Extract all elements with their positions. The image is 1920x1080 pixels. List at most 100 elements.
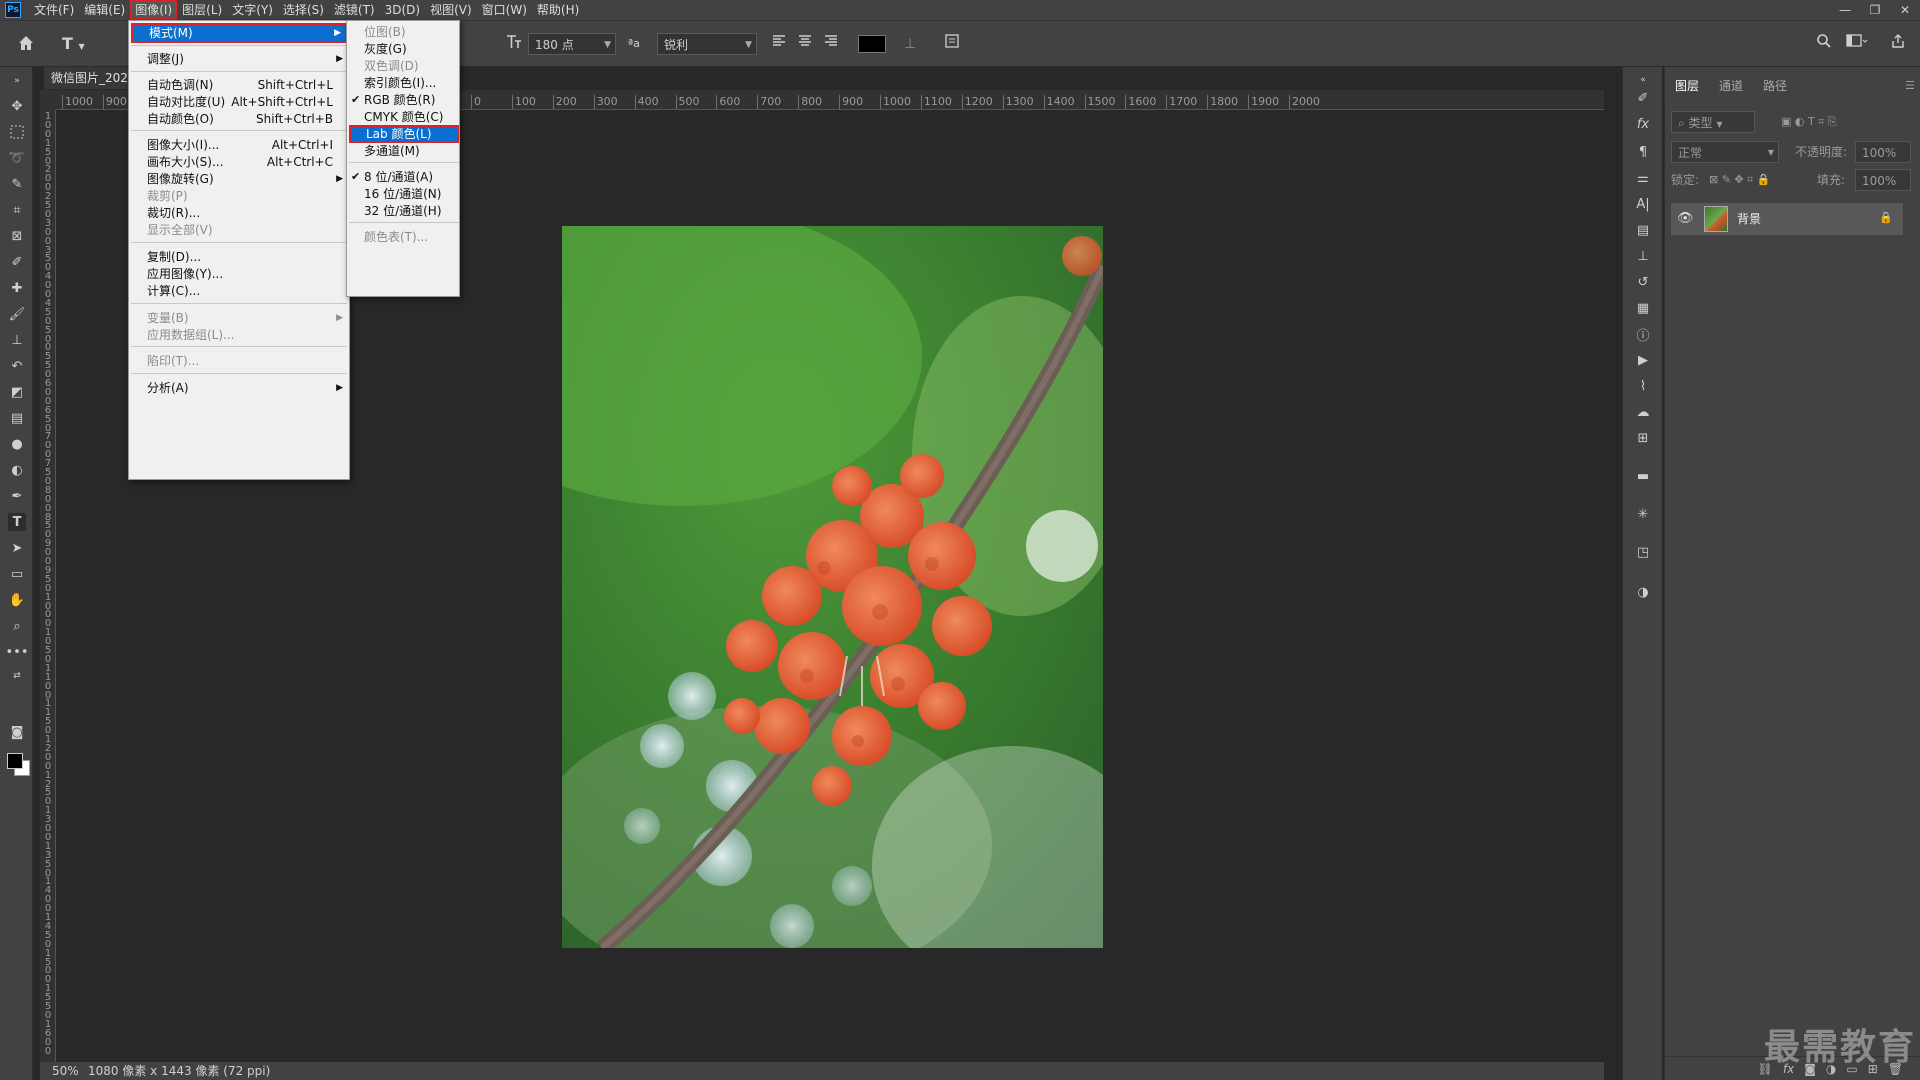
menu-3[interactable]: 图层(L)	[177, 0, 227, 20]
menu-6[interactable]: 滤镜(T)	[329, 0, 380, 20]
tab-layers[interactable]: 图层	[1665, 75, 1709, 97]
eye-icon[interactable]: 👁	[1677, 211, 1694, 226]
hand-tool-icon[interactable]: ✋	[8, 591, 26, 609]
quick-mask-icon[interactable]: ◙	[8, 723, 26, 741]
search-icon[interactable]	[1816, 33, 1834, 55]
image-menu-item-15[interactable]: 应用数据组(L)...	[129, 325, 349, 345]
light-icon[interactable]: ✳	[1634, 505, 1652, 523]
mode-menu-item-1[interactable]: 灰度(G)	[347, 40, 459, 58]
timeline-icon[interactable]: ⊞	[1634, 429, 1652, 447]
mode-menu-item-10[interactable]: 32 位/通道(H)	[347, 202, 459, 220]
text-color-swatch[interactable]	[858, 35, 886, 53]
history-brush-tool-icon[interactable]: ↶	[8, 357, 26, 375]
image-menu-item-4[interactable]: 自动颜色(O) Shift+Ctrl+B	[129, 109, 349, 129]
opacity-field[interactable]: 100%	[1855, 141, 1911, 163]
history-icon[interactable]: ↺	[1634, 273, 1652, 291]
font-size-field[interactable]: 180 点 ▼	[528, 33, 616, 55]
path-selection-tool-icon[interactable]: ➤	[8, 539, 26, 557]
collapse-strip-icon[interactable]: «	[1634, 71, 1652, 89]
foreground-color-swatch[interactable]	[7, 753, 23, 769]
character-icon[interactable]: A|	[1634, 195, 1652, 213]
image-menu-item-0[interactable]: 模式(M) ▶	[131, 23, 347, 43]
eraser-tool-icon[interactable]: ◩	[8, 383, 26, 401]
clone-source-icon[interactable]: ⊥	[1634, 247, 1652, 265]
align-left-icon[interactable]	[772, 33, 788, 55]
home-icon[interactable]	[16, 33, 40, 55]
align-right-icon[interactable]	[824, 33, 840, 55]
mode-menu-item-9[interactable]: 16 位/通道(N)	[347, 185, 459, 203]
fill-field[interactable]: 100%	[1855, 169, 1911, 191]
menu-0[interactable]: 文件(F)	[29, 0, 79, 20]
mode-menu-item-4[interactable]: ✔ RGB 颜色(R)	[347, 91, 459, 109]
gradient-tool-icon[interactable]: ▤	[8, 409, 26, 427]
swap-colors-icon[interactable]: ⇄	[8, 667, 26, 685]
share-icon[interactable]	[1890, 33, 1908, 55]
menu-4[interactable]: 文字(Y)	[227, 0, 278, 20]
crop-tool-icon[interactable]: ⌗	[8, 201, 26, 219]
mode-menu-item-6[interactable]: Lab 颜色(L)	[349, 125, 459, 143]
mode-menu-item-11[interactable]: 颜色表(T)...	[347, 228, 459, 246]
layer-row-background[interactable]: 👁 背景 🔒	[1671, 203, 1903, 235]
collapse-toolbar-icon[interactable]: »	[8, 72, 26, 90]
mode-menu-item-2[interactable]: 双色调(D)	[347, 57, 459, 75]
rectangle-tool-icon[interactable]: ▭	[8, 565, 26, 583]
menu-7[interactable]: 3D(D)	[380, 0, 425, 20]
menu-5[interactable]: 选择(S)	[278, 0, 329, 20]
mode-menu-item-0[interactable]: 位图(B)	[347, 23, 459, 41]
color-icon[interactable]: ◑	[1634, 583, 1652, 601]
zoom-level[interactable]: 50%	[52, 1062, 79, 1080]
mode-menu-item-8[interactable]: ✔ 8 位/通道(A)	[347, 168, 459, 186]
menu-9[interactable]: 窗口(W)	[477, 0, 532, 20]
warp-text-icon[interactable]: ⊥	[904, 33, 920, 55]
quick-selection-tool-icon[interactable]: ✎	[8, 175, 26, 193]
pen-tool-icon[interactable]: ✒	[8, 487, 26, 505]
character-panel-icon[interactable]	[944, 33, 962, 55]
adjustments-icon[interactable]: ⚌	[1634, 169, 1652, 187]
tab-channels[interactable]: 通道	[1709, 75, 1753, 97]
type-tool-icon[interactable]: T	[8, 513, 26, 531]
image-menu-item-17[interactable]: 分析(A) ▶	[129, 378, 349, 398]
brush-tool-icon[interactable]: 🖌	[8, 305, 26, 323]
document-info[interactable]: 1080 像素 x 1443 像素 (72 ppi)	[88, 1062, 270, 1080]
blend-mode-select[interactable]: 正常 ▼	[1671, 141, 1779, 163]
mode-menu-item-7[interactable]: 多通道(M)	[347, 142, 459, 160]
antialias-select[interactable]: 锐利 ▼	[657, 33, 757, 55]
tab-paths[interactable]: 路径	[1753, 75, 1797, 97]
close-button[interactable]: ✕	[1890, 0, 1920, 20]
paths-icon[interactable]: ⌇	[1634, 377, 1652, 395]
paragraph-icon[interactable]: ¶	[1634, 143, 1652, 161]
frame-tool-icon[interactable]: ⊠	[8, 227, 26, 245]
properties-icon[interactable]: ◳	[1634, 543, 1652, 561]
minimize-button[interactable]: —	[1830, 0, 1860, 20]
align-center-icon[interactable]	[798, 33, 814, 55]
libraries-icon[interactable]: ▤	[1634, 221, 1652, 239]
lock-options-icons[interactable]: ⊠ ✎ ✥ ⌗ 🔒	[1709, 169, 1771, 191]
zoom-tool-icon[interactable]: ⌕	[8, 617, 26, 635]
image-menu-item-16[interactable]: 陷印(T)...	[129, 351, 349, 371]
eyedropper-tool-icon[interactable]: ✐	[8, 253, 26, 271]
menu-10[interactable]: 帮助(H)	[532, 0, 584, 20]
info-icon[interactable]: ⓘ	[1634, 325, 1652, 344]
fx-panel-icon[interactable]: fx	[1634, 115, 1652, 133]
vertical-ruler[interactable]: 1001502002503003504004505005506006507007…	[40, 110, 56, 1068]
notes-icon[interactable]: ▬	[1634, 467, 1652, 485]
image-menu-item-10[interactable]: 显示全部(V)	[129, 220, 349, 240]
document-image[interactable]	[562, 226, 1103, 948]
lasso-tool-icon[interactable]: ➰	[8, 149, 26, 167]
marquee-tool-icon[interactable]	[8, 123, 26, 141]
actions-play-icon[interactable]: ▶	[1634, 351, 1652, 369]
menu-1[interactable]: 编辑(E)	[79, 0, 130, 20]
3d-icon[interactable]: ☁	[1634, 403, 1652, 421]
styles-icon[interactable]: ▦	[1634, 299, 1652, 317]
type-tool-preset-icon[interactable]: T ▼	[62, 33, 96, 55]
blur-tool-icon[interactable]: ●	[8, 435, 26, 453]
brush-settings-icon[interactable]: ✐	[1634, 89, 1652, 107]
clone-stamp-tool-icon[interactable]: ⊥	[8, 331, 26, 349]
more-tools-icon[interactable]: •••	[6, 643, 29, 661]
dodge-tool-icon[interactable]: ◐	[8, 461, 26, 479]
mode-menu-item-5[interactable]: CMYK 颜色(C)	[347, 108, 459, 126]
menu-2[interactable]: 图像(I)	[130, 0, 178, 20]
menu-8[interactable]: 视图(V)	[425, 0, 477, 20]
filter-pixel-icon[interactable]: ▣ ◐ T ⌗ ⎘	[1781, 111, 1837, 133]
mode-menu-item-3[interactable]: 索引颜色(I)...	[347, 74, 459, 92]
